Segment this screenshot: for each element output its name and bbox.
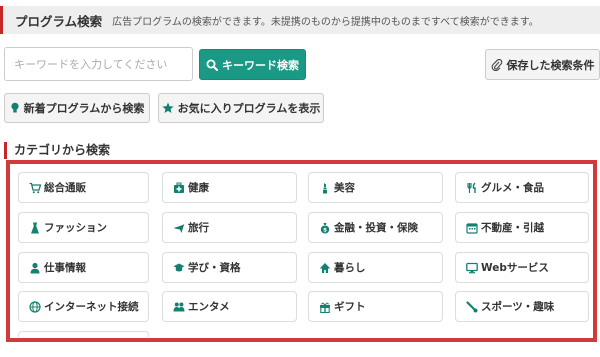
category-jobs[interactable]: 仕事情報: [18, 252, 149, 283]
paperclip-icon: [491, 58, 503, 71]
category-web-services[interactable]: Webサービス: [455, 252, 589, 283]
cart-icon: [29, 182, 41, 194]
category-beauty[interactable]: 美容: [308, 172, 443, 203]
sports-icon: [466, 300, 478, 313]
person-icon: [29, 262, 41, 274]
money-bag-icon: $: [319, 222, 331, 234]
category-label: 不動産・引越: [481, 222, 544, 234]
category-label: 金融・投資・保険: [334, 222, 418, 234]
favorites-label: お気に入りプログラムを表示: [177, 102, 321, 115]
globe-icon: [29, 300, 41, 313]
category-item-partial: [18, 331, 149, 337]
category-label: グルメ・食品: [481, 182, 544, 194]
category-label: 暮らし: [334, 262, 366, 274]
category-label: 学び・資格: [188, 262, 241, 274]
category-travel[interactable]: 旅行: [162, 212, 297, 243]
category-label: エンタメ: [188, 301, 230, 313]
category-label: Webサービス: [481, 262, 549, 274]
keyword-search-button[interactable]: キーワード検索: [199, 49, 306, 80]
lightbulb-icon: [10, 102, 20, 114]
category-gift[interactable]: ギフト: [308, 291, 443, 322]
page-description: 広告プログラムの検索ができます。未提携のものから提携中のものまですべて検索ができ…: [112, 16, 539, 28]
monitor-icon: [466, 262, 478, 274]
lipstick-icon: [319, 182, 331, 194]
category-sports-hobby[interactable]: スポーツ・趣味: [455, 291, 589, 322]
category-label: 仕事情報: [44, 262, 86, 274]
svg-text:$: $: [323, 227, 327, 233]
category-living[interactable]: 暮らし: [308, 252, 443, 283]
category-fashion[interactable]: ファッション: [18, 212, 149, 243]
category-internet[interactable]: インターネット接続: [18, 291, 149, 322]
category-entertainment[interactable]: エンタメ: [162, 291, 297, 322]
category-label: 美容: [334, 182, 355, 194]
category-label: 健康: [188, 182, 209, 194]
category-health[interactable]: 健康: [162, 172, 297, 203]
category-label: ギフト: [334, 301, 366, 313]
search-icon: [206, 59, 218, 71]
category-general-shopping[interactable]: 総合通販: [18, 172, 149, 203]
new-programs-button[interactable]: 新着プログラムから検索: [4, 93, 150, 123]
graduation-cap-icon: [173, 262, 185, 274]
first-aid-icon: [173, 182, 185, 194]
page-title: プログラム検索: [15, 13, 103, 29]
fork-knife-icon: [466, 182, 478, 194]
dress-icon: [29, 222, 41, 234]
category-label: 総合通販: [44, 182, 86, 194]
people-icon: [173, 301, 185, 313]
category-label: 旅行: [188, 222, 209, 234]
category-gourmet-food[interactable]: グルメ・食品: [455, 172, 589, 203]
new-programs-label: 新着プログラムから検索: [23, 102, 145, 115]
keyword-search-input[interactable]: [4, 47, 193, 81]
airplane-icon: [173, 222, 185, 234]
gift-icon: [319, 301, 331, 313]
category-learning[interactable]: 学び・資格: [162, 252, 297, 283]
saved-conditions-button[interactable]: 保存した検索条件: [485, 49, 600, 80]
favorites-button[interactable]: お気に入りプログラムを表示: [158, 93, 324, 123]
category-label: スポーツ・趣味: [481, 301, 555, 313]
page-header: プログラム検索 広告プログラムの検索ができます。未提携のものから提携中のものまで…: [0, 6, 600, 34]
category-label: インターネット接続: [44, 301, 139, 313]
category-section-title: カテゴリから検索: [4, 142, 110, 159]
building-icon: [466, 222, 478, 234]
house-icon: [319, 262, 331, 274]
category-label: ファッション: [44, 222, 107, 234]
category-real-estate[interactable]: 不動産・引越: [455, 212, 589, 243]
saved-conditions-label: 保存した検索条件: [506, 58, 595, 72]
category-finance[interactable]: $ 金融・投資・保険: [308, 212, 443, 243]
keyword-search-label: キーワード検索: [222, 58, 299, 72]
star-icon: [162, 102, 174, 114]
